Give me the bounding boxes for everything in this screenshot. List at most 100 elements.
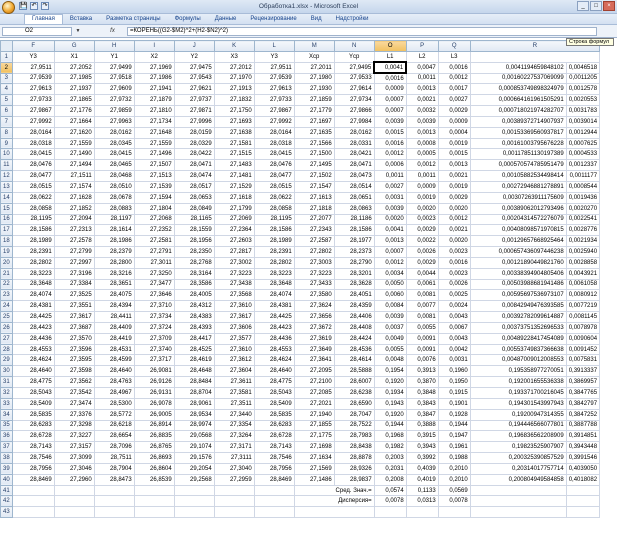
cell[interactable]: 0,0039: [373, 311, 407, 323]
cell[interactable]: 0,0049: [373, 332, 407, 345]
cell[interactable]: 0,0013: [405, 126, 439, 139]
cell[interactable]: L3: [437, 50, 471, 63]
column-header-j[interactable]: J: [173, 40, 215, 52]
cell[interactable]: 0,0022541: [565, 213, 601, 226]
cell[interactable]: 27,2364: [213, 224, 255, 237]
cell[interactable]: 0,4039: [405, 462, 439, 475]
cell[interactable]: 28,4074: [11, 289, 55, 302]
cell[interactable]: 28,0476: [11, 159, 55, 172]
cell[interactable]: 28,4624: [11, 354, 55, 367]
cell[interactable]: 0,0023: [437, 246, 471, 258]
cell[interactable]: 0,195358977270051: [469, 365, 567, 378]
cell[interactable]: 27,9609: [93, 83, 135, 96]
cell[interactable]: 28,5409: [11, 397, 55, 410]
cell[interactable]: 0,0028858: [565, 256, 601, 269]
cell[interactable]: 0,0020: [437, 202, 471, 215]
cell[interactable]: 0,1133: [405, 484, 439, 497]
cell[interactable]: 0,0022: [405, 235, 439, 248]
cell[interactable]: 28,0653: [173, 191, 215, 204]
cell[interactable]: 28,4640: [93, 365, 135, 378]
cell[interactable]: 27,1594: [133, 191, 175, 204]
cell[interactable]: 0,2031: [373, 462, 407, 475]
cell[interactable]: 28,4417: [173, 332, 215, 345]
cell[interactable]: 26,9078: [133, 397, 175, 410]
cell[interactable]: 0,1920: [373, 376, 407, 388]
cell[interactable]: 26,8835: [133, 430, 175, 443]
cell[interactable]: 27,9613: [11, 83, 55, 96]
cell[interactable]: 0,0021: [437, 224, 471, 237]
cell[interactable]: 27,2578: [53, 235, 95, 248]
cell[interactable]: 0,00842949476393585: [469, 300, 567, 313]
row-header[interactable]: 30: [0, 365, 13, 378]
cell[interactable]: 27,1941: [133, 83, 175, 96]
cell[interactable]: 27,3511: [213, 397, 255, 410]
cell[interactable]: [173, 495, 215, 508]
cell[interactable]: 28,1195: [11, 213, 55, 226]
cell[interactable]: 27,3384: [53, 278, 95, 291]
cell[interactable]: 28,1989: [253, 235, 295, 248]
row-header[interactable]: 15: [0, 202, 13, 215]
cell[interactable]: 28,4394: [93, 300, 135, 313]
cell[interactable]: 28,9326: [333, 462, 375, 475]
row-header[interactable]: 34: [0, 408, 13, 421]
cell[interactable]: 0,0021: [405, 94, 439, 107]
cell[interactable]: 27,3577: [213, 332, 255, 345]
cell[interactable]: 0,1968: [373, 430, 407, 443]
cell[interactable]: 28,0465: [93, 159, 135, 172]
cell[interactable]: 28,1186: [333, 213, 375, 226]
cell[interactable]: 28,5835: [11, 408, 55, 421]
cell[interactable]: 0,0055: [405, 321, 439, 334]
cell[interactable]: [11, 484, 55, 497]
cell[interactable]: 27,3595: [53, 354, 95, 367]
cell[interactable]: 28,0477: [253, 170, 295, 182]
cell[interactable]: 27,2959: [213, 473, 255, 486]
cell[interactable]: 28,0415: [93, 148, 135, 161]
cell[interactable]: 0,1928: [437, 408, 471, 421]
cell[interactable]: 0,0020: [373, 213, 407, 226]
cell[interactable]: 0,0078: [373, 495, 407, 508]
cell[interactable]: 0,0006: [373, 159, 407, 172]
cell[interactable]: 0,0080912: [565, 289, 601, 302]
cell[interactable]: [93, 506, 135, 519]
cell[interactable]: 28,3223: [253, 267, 295, 280]
cell[interactable]: 28,8469: [11, 473, 55, 486]
cell[interactable]: 27,1775: [293, 430, 335, 443]
cell[interactable]: 27,3710: [133, 300, 175, 313]
cell[interactable]: 0,0077: [405, 300, 439, 313]
row-header[interactable]: 2: [0, 61, 13, 74]
cell[interactable]: 28,4967: [93, 387, 135, 399]
cell[interactable]: 28,1586: [11, 224, 55, 237]
cell[interactable]: Xcp: [293, 50, 335, 63]
cell[interactable]: 27,1620: [53, 126, 95, 139]
cell[interactable]: 28,1614: [93, 224, 135, 237]
cell[interactable]: [373, 506, 407, 519]
cell[interactable]: 27,3223: [293, 267, 335, 280]
cell[interactable]: 28,9837: [333, 473, 375, 486]
cell[interactable]: 0,4039050: [565, 462, 601, 475]
cell[interactable]: 28,4074: [253, 289, 295, 302]
cell[interactable]: 0,00160227537069099: [469, 72, 567, 85]
cell[interactable]: 0,0013: [405, 83, 439, 96]
cell[interactable]: 27,3604: [213, 365, 255, 378]
cell[interactable]: 27,1865: [53, 94, 95, 107]
cell[interactable]: 27,1500: [293, 148, 335, 161]
cell[interactable]: 28,0159: [173, 126, 215, 139]
cell[interactable]: 27,1693: [213, 115, 255, 128]
cell[interactable]: 28,4359: [333, 300, 375, 313]
row-header[interactable]: 19: [0, 246, 13, 258]
cell[interactable]: 28,3648: [11, 278, 55, 291]
tab-home[interactable]: Главная: [24, 14, 63, 24]
cell[interactable]: [469, 50, 601, 63]
cell[interactable]: 27,1628: [53, 191, 95, 204]
cell[interactable]: 0,0020: [405, 202, 439, 215]
row-header[interactable]: 35: [0, 419, 13, 432]
cell[interactable]: 0,00408098571970815: [469, 224, 567, 237]
cell[interactable]: 0,0574: [373, 484, 407, 497]
row-header[interactable]: 32: [0, 387, 13, 399]
cell[interactable]: 0,1943: [373, 397, 407, 410]
cell[interactable]: 27,3619: [293, 332, 335, 345]
column-header-h[interactable]: H: [93, 40, 135, 52]
cell[interactable]: 28,5772: [93, 408, 135, 421]
cell[interactable]: 0,3847252: [565, 408, 601, 421]
cell[interactable]: 27,1664: [53, 115, 95, 128]
